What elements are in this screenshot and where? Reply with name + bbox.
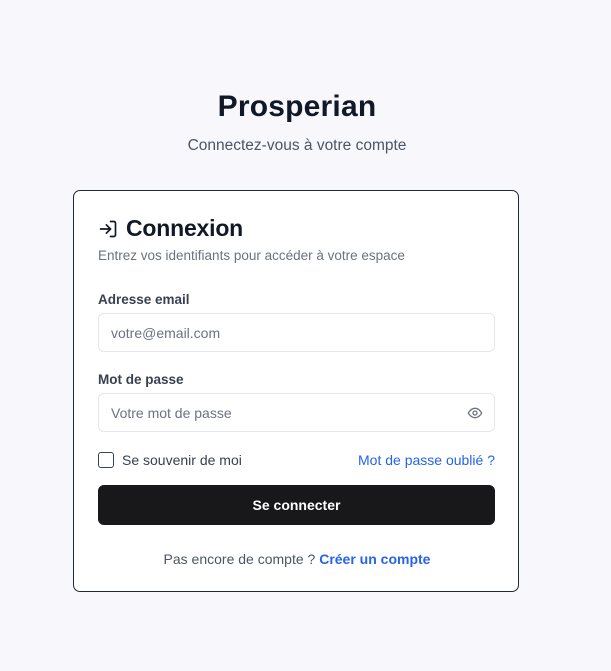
password-label: Mot de passe bbox=[98, 372, 184, 387]
page-tagline: Connectez-vous à votre compte bbox=[187, 137, 407, 154]
login-page: Prosperian Connectez-vous à votre compte… bbox=[0, 0, 611, 671]
email-field[interactable] bbox=[99, 314, 494, 351]
signup-prompt: Pas encore de compte ? bbox=[163, 551, 320, 567]
remember-label[interactable]: Se souvenir de moi bbox=[122, 452, 242, 468]
card-header: Connexion bbox=[98, 215, 243, 242]
remember-checkbox[interactable] bbox=[98, 452, 114, 468]
email-field-wrapper bbox=[98, 313, 495, 352]
card-subtitle: Entrez vos identifiants pour accéder à v… bbox=[98, 248, 405, 263]
signup-link[interactable]: Créer un compte bbox=[319, 551, 430, 567]
login-card: Connexion Entrez vos identifiants pour a… bbox=[73, 190, 519, 592]
app-name: Prosperian bbox=[217, 90, 377, 123]
eye-icon[interactable] bbox=[467, 405, 483, 421]
password-field-wrapper bbox=[98, 393, 495, 432]
email-label: Adresse email bbox=[98, 292, 190, 307]
login-icon bbox=[98, 219, 118, 239]
remember-row: Se souvenir de moi Mot de passe oublié ? bbox=[98, 450, 495, 470]
signup-row: Pas encore de compte ? Créer un compte bbox=[74, 551, 520, 567]
remember-me: Se souvenir de moi bbox=[98, 452, 242, 468]
forgot-password-link[interactable]: Mot de passe oublié ? bbox=[358, 452, 495, 468]
login-button[interactable]: Se connecter bbox=[98, 485, 495, 525]
password-field[interactable] bbox=[99, 394, 494, 431]
card-title: Connexion bbox=[126, 215, 244, 241]
